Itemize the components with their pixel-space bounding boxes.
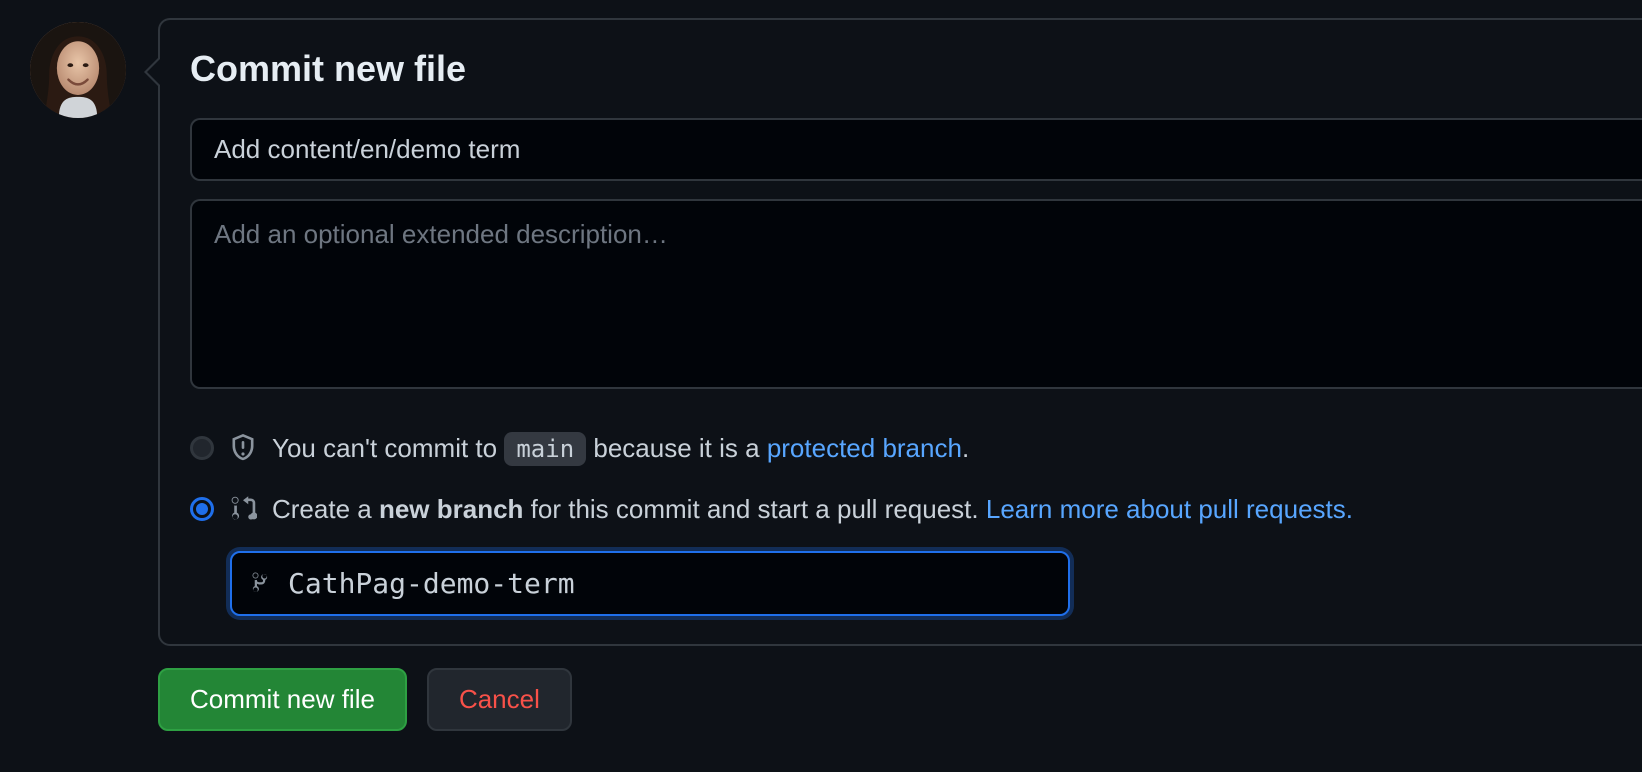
learn-more-pr-link[interactable]: Learn more about pull requests. — [986, 494, 1353, 524]
form-actions: Commit new file Cancel — [158, 668, 1642, 731]
text-fragment: because it is a — [593, 433, 766, 463]
create-new-branch-option[interactable]: Create a new branch for this commit and … — [190, 491, 1642, 527]
text-fragment: new branch — [379, 494, 523, 524]
form-title: Commit new file — [190, 48, 1642, 90]
text-fragment: You can't commit to — [272, 433, 504, 463]
radio-selected[interactable] — [190, 497, 214, 521]
commit-form: Commit new file You can't commit to main… — [158, 18, 1642, 646]
text-fragment: . — [962, 433, 969, 463]
branch-name-input[interactable] — [230, 551, 1070, 616]
commit-target-options: You can't commit to main because it is a… — [190, 430, 1642, 616]
commit-new-file-button[interactable]: Commit new file — [158, 668, 407, 731]
new-branch-text: Create a new branch for this commit and … — [272, 491, 1353, 527]
branch-name-field — [230, 551, 1070, 616]
commit-to-main-option: You can't commit to main because it is a… — [190, 430, 1642, 467]
text-fragment: for this commit and start a pull request… — [523, 494, 985, 524]
text-fragment: Create a — [272, 494, 379, 524]
avatar[interactable] — [30, 22, 126, 118]
commit-summary-input[interactable] — [190, 118, 1642, 181]
commit-description-input[interactable] — [190, 199, 1642, 389]
branch-tag-main: main — [504, 432, 586, 466]
pull-request-icon — [228, 494, 258, 524]
git-branch-icon — [248, 571, 272, 595]
protected-branch-text: You can't commit to main because it is a… — [272, 430, 969, 467]
radio-disabled — [190, 436, 214, 460]
shield-icon — [228, 433, 258, 463]
protected-branch-link[interactable]: protected branch — [767, 433, 962, 463]
cancel-button[interactable]: Cancel — [427, 668, 572, 731]
